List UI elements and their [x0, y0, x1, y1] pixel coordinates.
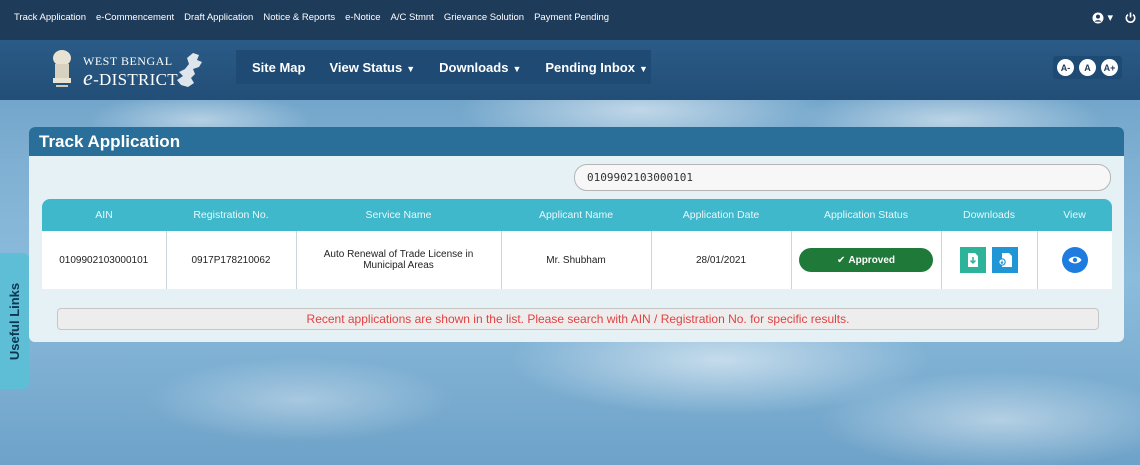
nav-downloads-label: Downloads: [439, 59, 509, 75]
status-badge: ✔ Approved: [799, 248, 933, 272]
cell-downloads: [940, 231, 1037, 289]
top-links: Track Application e-Commencement Draft A…: [14, 12, 609, 23]
cell-service-name: Auto Renewal of Trade License in Municip…: [295, 231, 501, 289]
nav-downloads[interactable]: Downloads ▼: [439, 60, 521, 75]
top-link-ac-statement[interactable]: A/C Stmnt: [391, 12, 434, 23]
top-link-e-commencement[interactable]: e-Commencement: [96, 12, 174, 23]
top-link-e-notice[interactable]: e-Notice: [345, 12, 380, 23]
header-registration-no: Registration No.: [166, 199, 296, 231]
power-icon[interactable]: [1125, 12, 1136, 24]
cell-view: [1036, 231, 1112, 289]
cell-registration-no: 0917P178210062: [165, 231, 296, 289]
search-input[interactable]: [574, 164, 1111, 191]
header-service-name: Service Name: [296, 199, 501, 231]
caret-down-icon: ▼: [638, 63, 648, 74]
brand-district: -DISTRICT: [93, 70, 178, 89]
header-downloads: Downloads: [941, 199, 1037, 231]
top-link-grievance-solution[interactable]: Grievance Solution: [444, 12, 524, 23]
font-increase-button[interactable]: A+: [1101, 59, 1118, 76]
user-menu[interactable]: ▾: [1092, 11, 1113, 24]
checkmark-icon: ✔: [836, 254, 846, 266]
header-view: View: [1037, 199, 1112, 231]
brand-e-letter: e: [83, 65, 94, 90]
top-link-draft-application[interactable]: Draft Application: [184, 12, 253, 23]
nav-view-status-label: View Status: [329, 59, 403, 75]
certificate-download-icon: [998, 253, 1013, 267]
font-decrease-button[interactable]: A-: [1057, 59, 1074, 76]
table-header-row: AIN Registration No. Service Name Applic…: [42, 199, 1112, 231]
header-application-date: Application Date: [651, 199, 791, 231]
cell-application-date: 28/01/2021: [650, 231, 791, 289]
cell-ain: 0109902103000101: [42, 231, 166, 289]
download-file-button[interactable]: [959, 247, 986, 273]
nav-pending-inbox[interactable]: Pending Inbox ▼: [545, 60, 647, 75]
cell-applicant-name: Mr. Shubham: [500, 231, 651, 289]
nav-site-map[interactable]: Site Map: [252, 60, 305, 75]
site-header: WEST BENGAL e-DISTRICT Site Map View Sta…: [0, 40, 1140, 100]
nav-pending-inbox-label: Pending Inbox: [545, 59, 635, 75]
panel-header: Track Application: [29, 127, 1124, 156]
west-bengal-map-icon: [177, 53, 202, 87]
nav-view-status[interactable]: View Status ▼: [329, 60, 415, 75]
header-application-status: Application Status: [791, 199, 941, 231]
emblem-logo: [53, 50, 71, 87]
view-button[interactable]: [1061, 247, 1088, 273]
font-normal-button[interactable]: A: [1079, 59, 1096, 76]
track-application-panel: Track Application AIN Registration No. S…: [29, 127, 1124, 342]
font-size-controls: A- A A+: [1053, 56, 1122, 79]
top-link-notice-reports[interactable]: Notice & Reports: [263, 12, 335, 23]
cell-application-status: ✔ Approved: [790, 231, 941, 289]
caret-down-icon: ▼: [512, 63, 522, 74]
user-icon: [1092, 12, 1104, 23]
top-link-track-application[interactable]: Track Application: [14, 12, 86, 23]
status-label: Approved: [848, 254, 896, 266]
top-right-actions: ▾: [1092, 11, 1136, 24]
useful-links-label: Useful Links: [7, 282, 23, 360]
table-row: 0109902103000101 0917P178210062 Auto Ren…: [42, 231, 1112, 289]
panel-title: Track Application: [39, 131, 181, 151]
header-applicant-name: Applicant Name: [501, 199, 651, 231]
top-navigation-bar: Track Application e-Commencement Draft A…: [0, 0, 1140, 40]
useful-links-tab[interactable]: Useful Links: [0, 253, 29, 389]
file-download-icon: [967, 253, 978, 267]
applications-table: AIN Registration No. Service Name Applic…: [42, 199, 1112, 289]
eye-icon: [1068, 256, 1082, 264]
header-ain: AIN: [42, 199, 166, 231]
caret-down-icon: ▼: [406, 63, 416, 74]
recent-applications-notice: Recent applications are shown in the lis…: [57, 308, 1099, 330]
top-link-payment-pending[interactable]: Payment Pending: [534, 12, 609, 23]
main-navigation: Site Map View Status ▼ Downloads ▼ Pending…: [236, 50, 651, 84]
chevron-down-icon: ▾: [1107, 12, 1113, 24]
brand-title-line2: e-DISTRICT: [83, 65, 178, 91]
download-certificate-button[interactable]: [992, 247, 1019, 273]
applications-table-wrapper: AIN Registration No. Service Name Applic…: [42, 199, 1112, 289]
